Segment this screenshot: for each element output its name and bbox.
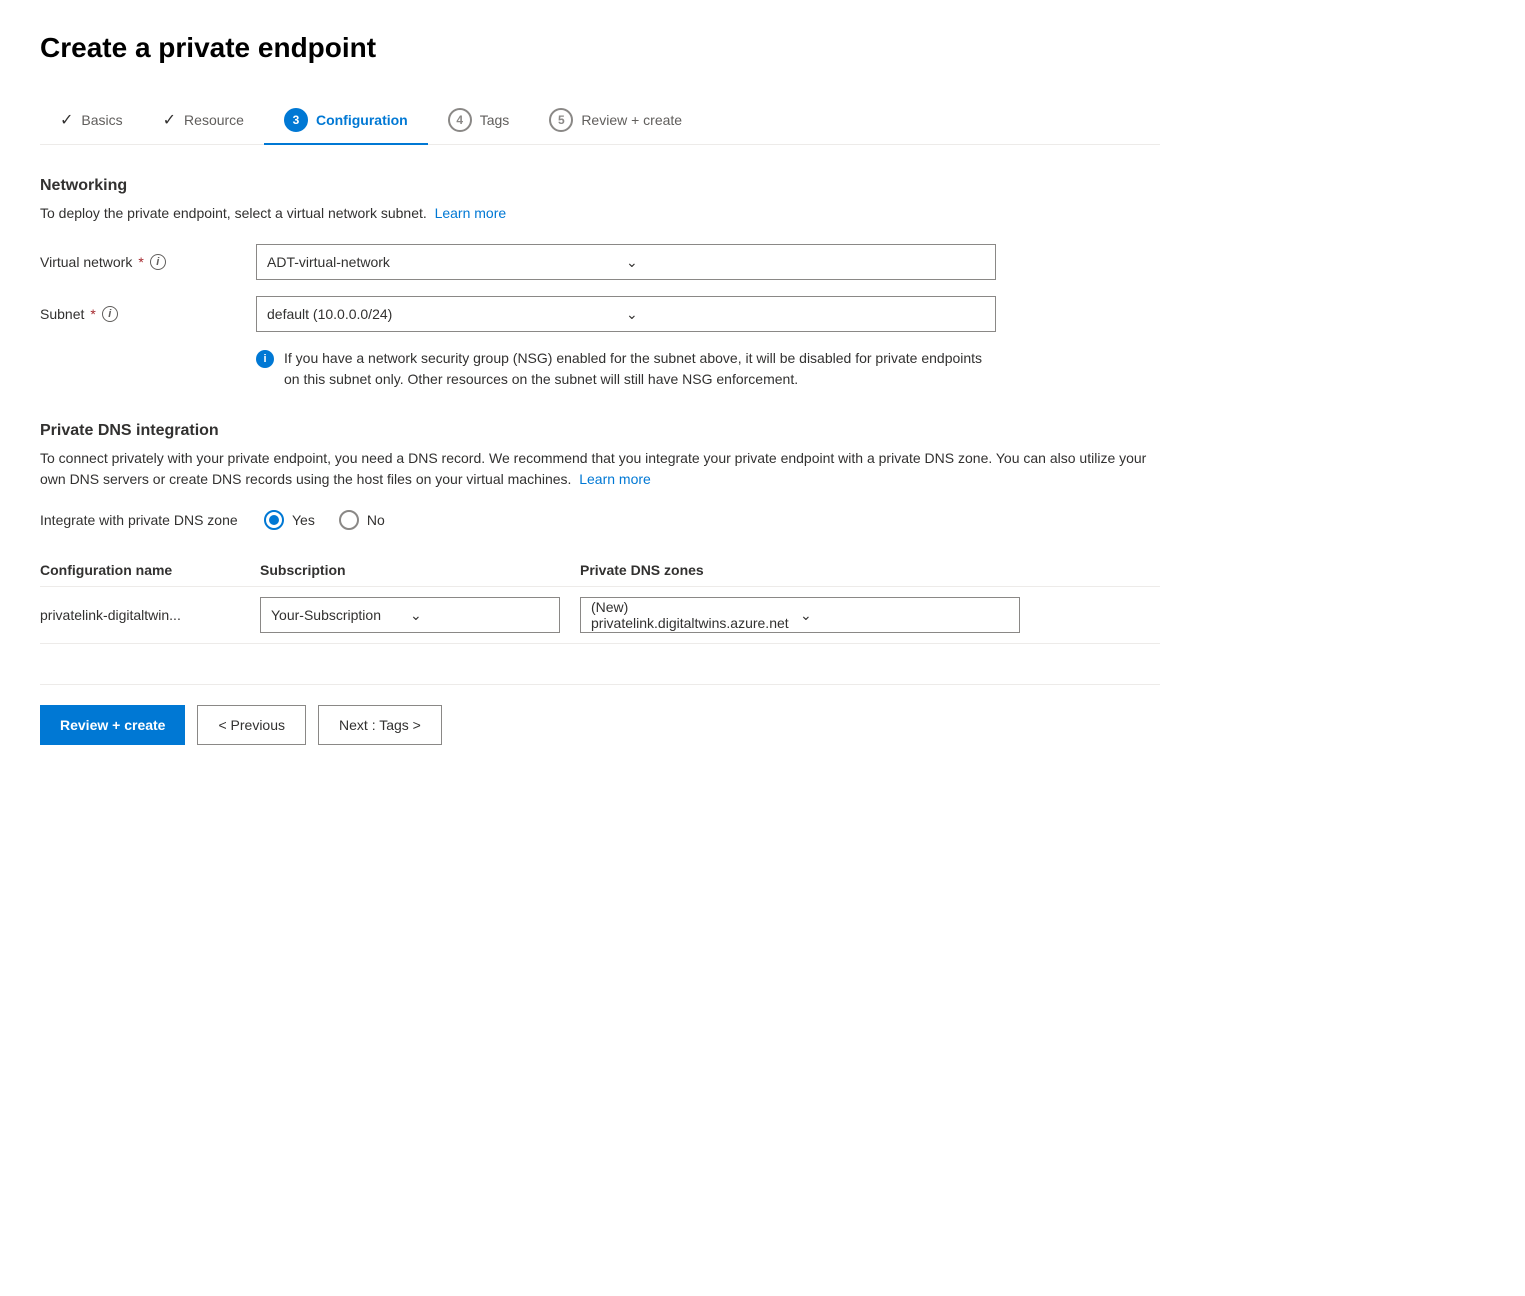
integrate-dns-label: Integrate with private DNS zone [40, 512, 240, 528]
virtual-network-label: Virtual network * i [40, 254, 240, 270]
tab-tags-label: Tags [480, 112, 510, 128]
dns-zone-select[interactable]: (New) privatelink.digitaltwins.azure.net… [580, 597, 1020, 633]
subnet-info-icon[interactable]: i [102, 306, 118, 322]
checkmark-icon: ✓ [60, 110, 73, 130]
dns-section: Private DNS integration To connect priva… [40, 422, 1160, 644]
required-star-subnet: * [90, 306, 95, 322]
dns-yes-label: Yes [292, 512, 315, 528]
wizard-tabs: ✓ Basics ✓ Resource 3 Configuration 4 Ta… [40, 96, 1160, 145]
dns-yes-option[interactable]: Yes [264, 510, 315, 530]
dns-no-option[interactable]: No [339, 510, 385, 530]
tab-configuration-label: Configuration [316, 112, 408, 128]
subscription-select[interactable]: Your-Subscription ⌄ [260, 597, 560, 633]
subnet-control: default (10.0.0.0/24) ⌄ [256, 296, 996, 332]
tab-configuration-circle: 3 [284, 108, 308, 132]
nsg-info-box: i If you have a network security group (… [256, 348, 996, 390]
dns-table-header: Configuration name Subscription Private … [40, 554, 1160, 587]
dns-radio-group: Integrate with private DNS zone Yes No [40, 510, 1160, 530]
previous-button[interactable]: < Previous [197, 705, 306, 745]
dns-description: To connect privately with your private e… [40, 448, 1160, 490]
virtual-network-control: ADT-virtual-network ⌄ [256, 244, 996, 280]
virtual-network-row: Virtual network * i ADT-virtual-network … [40, 244, 1160, 280]
subnet-row: Subnet * i default (10.0.0.0/24) ⌄ [40, 296, 1160, 332]
dns-table: Configuration name Subscription Private … [40, 554, 1160, 644]
virtual-network-select[interactable]: ADT-virtual-network ⌄ [256, 244, 996, 280]
page-title: Create a private endpoint [40, 32, 1160, 64]
dns-title: Private DNS integration [40, 422, 1160, 440]
tab-review[interactable]: 5 Review + create [529, 96, 702, 144]
dns-col-zones: Private DNS zones [580, 554, 1160, 587]
footer-divider [40, 684, 1160, 685]
subnet-chevron: ⌄ [626, 306, 985, 323]
dns-zone-chevron: ⌄ [800, 607, 1009, 624]
table-row: privatelink-digitaltwin... Your-Subscrip… [40, 587, 1160, 644]
networking-learn-more-link[interactable]: Learn more [435, 205, 507, 221]
subnet-select[interactable]: default (10.0.0.0/24) ⌄ [256, 296, 996, 332]
tab-resource[interactable]: ✓ Resource [143, 98, 264, 142]
nsg-info-text: If you have a network security group (NS… [284, 348, 996, 390]
tab-tags[interactable]: 4 Tags [428, 96, 530, 144]
virtual-network-chevron: ⌄ [626, 254, 985, 271]
tab-basics[interactable]: ✓ Basics [40, 98, 143, 142]
dns-no-radio-outer [339, 510, 359, 530]
dns-row-zone: (New) privatelink.digitaltwins.azure.net… [580, 587, 1160, 644]
networking-description: To deploy the private endpoint, select a… [40, 203, 1160, 224]
tab-configuration[interactable]: 3 Configuration [264, 96, 428, 144]
dns-yes-radio-inner [269, 515, 279, 525]
networking-title: Networking [40, 177, 1160, 195]
required-star: * [138, 254, 143, 270]
tab-tags-circle: 4 [448, 108, 472, 132]
review-create-button[interactable]: Review + create [40, 705, 185, 745]
dns-radio-options: Yes No [264, 510, 385, 530]
dns-yes-radio-outer [264, 510, 284, 530]
tab-resource-label: Resource [184, 112, 244, 128]
footer-actions: Review + create < Previous Next : Tags > [40, 705, 1160, 745]
dns-col-subscription: Subscription [260, 554, 580, 587]
tab-review-circle: 5 [549, 108, 573, 132]
virtual-network-info-icon[interactable]: i [150, 254, 166, 270]
checkmark-icon: ✓ [163, 110, 176, 130]
next-button[interactable]: Next : Tags > [318, 705, 442, 745]
subnet-label: Subnet * i [40, 306, 240, 322]
nsg-info-circle-icon: i [256, 350, 274, 368]
dns-row-name: privatelink-digitaltwin... [40, 587, 260, 644]
tab-review-label: Review + create [581, 112, 682, 128]
dns-col-name: Configuration name [40, 554, 260, 587]
tab-basics-label: Basics [81, 112, 122, 128]
dns-no-label: No [367, 512, 385, 528]
subscription-chevron: ⌄ [410, 607, 549, 624]
dns-row-subscription: Your-Subscription ⌄ [260, 587, 580, 644]
networking-section: Networking To deploy the private endpoin… [40, 177, 1160, 390]
dns-learn-more-link[interactable]: Learn more [579, 471, 651, 487]
